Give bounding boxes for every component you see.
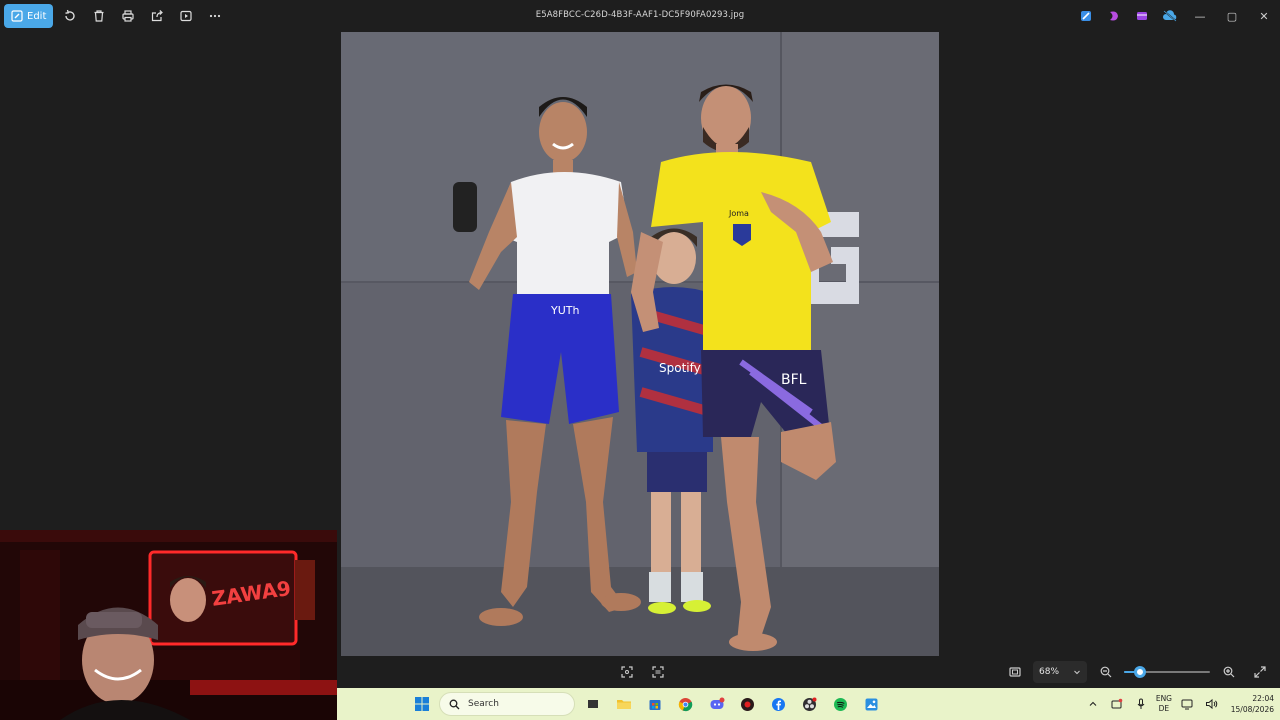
discord-icon [710,697,724,709]
video-editor-app-button[interactable] [1128,4,1156,28]
shorts-right-text: BFL [781,372,807,388]
language-code: ENG [1155,694,1172,703]
onedrive-status-button[interactable] [1156,4,1184,28]
show-hidden-icons-button[interactable] [1084,691,1102,717]
network-button[interactable] [1178,691,1196,717]
cloud-off-icon [1163,10,1177,22]
windows-icon [415,697,429,711]
chrome-icon [678,697,693,711]
taskbar-apps: Search [409,691,885,717]
facebook-button[interactable] [765,691,792,717]
obs-button[interactable] [796,691,823,717]
clipchamp-app-button[interactable] [1100,4,1128,28]
taskbar-search[interactable]: Search [439,692,575,716]
volume-icon [1205,698,1217,710]
chevron-down-icon [1074,670,1080,675]
record-icon [741,697,754,711]
facebook-icon [772,697,785,711]
start-button[interactable] [409,691,435,717]
close-button[interactable]: ✕ [1248,4,1280,28]
photo-viewer-image[interactable]: YUTh Spotify Joma BFL [341,32,939,656]
microphone-button[interactable] [1132,691,1150,717]
zoom-controls: 68% [1002,660,1272,684]
chrome-button[interactable] [672,691,699,717]
store-icon [649,700,660,710]
fit-to-window-button[interactable] [614,660,639,684]
photos-icon [865,698,878,710]
zoom-out-icon [1100,666,1111,678]
photos-taskbar-button[interactable] [858,691,885,717]
clock-date: 15/08/2026 [1230,705,1274,714]
focus-icon [620,666,633,678]
visual-search-button[interactable] [645,660,670,684]
chevron-up-icon [1089,701,1097,706]
clock[interactable]: 22:04 15/08/2026 [1226,693,1274,715]
search-placeholder: Search [468,699,499,709]
expand-icon [1253,666,1266,678]
paint-app-button[interactable] [1072,4,1100,28]
view-tools [614,660,670,684]
keyboard-layout: DE [1158,704,1170,713]
zoom-out-button[interactable] [1093,660,1118,684]
tray-app-icon [1111,698,1123,709]
zoom-slider[interactable] [1124,661,1210,683]
file-explorer-button[interactable] [610,691,637,717]
aspect-ratio-icon [1008,667,1021,677]
task-view-button[interactable] [579,691,606,717]
record-app-button[interactable] [734,691,761,717]
clipchamp-icon [1110,11,1118,21]
microphone-icon [1137,698,1145,709]
task-view-icon [587,700,598,708]
clock-time: 22:04 [1252,694,1274,703]
store-button[interactable] [641,691,668,717]
zoom-in-button[interactable] [1216,660,1241,684]
shirt-brand-text: Joma [728,209,749,218]
webcam-overlay: ZAWA9 [0,530,337,720]
video-editor-icon [1137,12,1147,20]
network-icon [1181,699,1192,710]
spotify-icon [834,697,847,711]
zoom-level-dropdown[interactable]: 68% [1033,661,1087,683]
spotify-button[interactable] [827,691,854,717]
zoom-slider-thumb[interactable] [1133,666,1146,678]
obs-icon [803,697,817,711]
title-bar: Edit E5A8FBCC-C26D-4B3F-AAF1-DC5F90FA029… [0,0,1280,32]
folder-icon [616,700,631,709]
minimize-button[interactable]: — [1184,4,1216,28]
search-icon [449,699,460,709]
system-tray: ENG DE 22:04 15/08/2026 [1084,691,1274,717]
scan-icon [651,666,664,678]
webcam-feed: ZAWA9 [0,530,337,720]
gym-photo: YUTh Spotify Joma BFL [341,32,939,656]
input-language-indicator[interactable]: ENG DE [1156,694,1172,714]
fullscreen-button[interactable] [1247,660,1272,684]
discord-button[interactable] [703,691,730,717]
kid-shirt-text: Spotify [659,361,701,375]
title-bar-right: — ▢ ✕ [1072,4,1280,28]
taskbar: Search ENG DE 22:04 15/08/2026 [337,688,1280,720]
actual-size-button[interactable] [1002,660,1027,684]
volume-button[interactable] [1202,691,1220,717]
zoom-level-value: 68% [1039,667,1060,677]
paint-icon [1081,11,1091,21]
zoom-in-icon [1223,666,1234,678]
tray-app-button[interactable] [1108,691,1126,717]
maximize-button[interactable]: ▢ [1216,4,1248,28]
shorts-left-text: YUTh [550,304,579,317]
